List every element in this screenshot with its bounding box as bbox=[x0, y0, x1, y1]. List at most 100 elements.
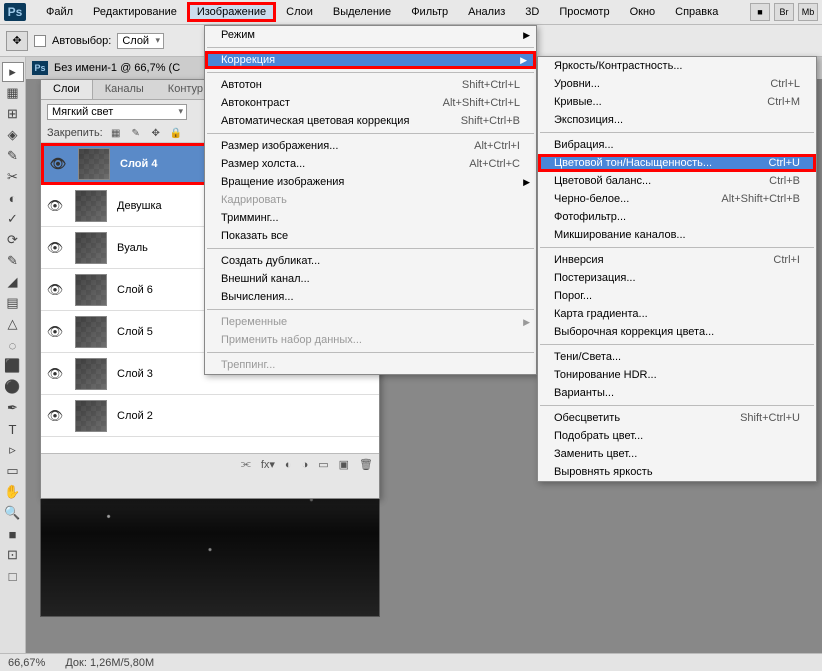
layer-thumb[interactable] bbox=[75, 232, 107, 264]
tool-2[interactable]: ⊞ bbox=[2, 104, 24, 124]
visibility-toggle[interactable]: 👁 bbox=[41, 282, 69, 298]
tool-3[interactable]: ◈ bbox=[2, 125, 24, 145]
lock-position-icon[interactable]: ✥ bbox=[149, 126, 163, 140]
visibility-toggle[interactable]: 👁 bbox=[41, 366, 69, 382]
tab-layers[interactable]: Слои bbox=[41, 80, 93, 99]
menu-выделение[interactable]: Выделение bbox=[323, 2, 401, 22]
lock-paint-icon[interactable]: ✎ bbox=[129, 126, 143, 140]
bridge-button[interactable]: Br bbox=[774, 3, 794, 21]
menu-item-выборочнаякоррекцияцвета[interactable]: Выборочная коррекция цвета... bbox=[538, 323, 816, 341]
tool-5[interactable]: ✂ bbox=[2, 167, 24, 187]
menu-item-размерхолста[interactable]: Размер холста...Alt+Ctrl+C bbox=[205, 155, 536, 173]
tool-13[interactable]: ◌ bbox=[2, 335, 24, 355]
menu-item-тримминг[interactable]: Тримминг... bbox=[205, 209, 536, 227]
menu-item-автотон[interactable]: АвтотонShift+Ctrl+L bbox=[205, 76, 536, 94]
auto-select-dropdown[interactable]: Слой bbox=[117, 33, 164, 49]
ui-toggle-button[interactable]: ■ bbox=[750, 3, 770, 21]
lock-transparent-icon[interactable]: ▦ bbox=[109, 126, 123, 140]
menu-справка[interactable]: Справка bbox=[665, 2, 728, 22]
tool-15[interactable]: ⚫ bbox=[2, 377, 24, 397]
layer-thumb[interactable] bbox=[75, 190, 107, 222]
menu-item-экспозиция[interactable]: Экспозиция... bbox=[538, 111, 816, 129]
menu-item-кривые[interactable]: Кривые...Ctrl+M bbox=[538, 93, 816, 111]
tool-6[interactable]: ◐ bbox=[2, 188, 24, 208]
menu-слои[interactable]: Слои bbox=[276, 2, 323, 22]
tab-channels[interactable]: Каналы bbox=[93, 80, 156, 99]
menu-item-вычисления[interactable]: Вычисления... bbox=[205, 288, 536, 306]
tool-12[interactable]: △ bbox=[2, 314, 24, 334]
menu-item-чернобелое[interactable]: Черно-белое...Alt+Shift+Ctrl+B bbox=[538, 190, 816, 208]
layer-thumb[interactable] bbox=[78, 148, 110, 180]
menu-окно[interactable]: Окно bbox=[620, 2, 666, 22]
layer-name[interactable]: Слой 2 bbox=[113, 410, 379, 422]
tool-21[interactable]: 🔍 bbox=[2, 503, 24, 523]
tool-20[interactable]: ✋ bbox=[2, 482, 24, 502]
tool-4[interactable]: ✎ bbox=[2, 146, 24, 166]
tool-11[interactable]: ▤ bbox=[2, 293, 24, 313]
menu-item-вибрация[interactable]: Вибрация... bbox=[538, 136, 816, 154]
menu-item-размеризображения[interactable]: Размер изображения...Alt+Ctrl+I bbox=[205, 137, 536, 155]
menu-item-варианты[interactable]: Варианты... bbox=[538, 384, 816, 402]
delete-layer-icon[interactable]: 🗑 bbox=[359, 458, 373, 471]
tool-10[interactable]: ◢ bbox=[2, 272, 24, 292]
menu-item-постеризация[interactable]: Постеризация... bbox=[538, 269, 816, 287]
link-layers-icon[interactable]: ⫘ bbox=[241, 458, 251, 471]
layer-row[interactable]: 👁 Слой 2 bbox=[41, 395, 379, 437]
visibility-toggle[interactable]: 👁 bbox=[41, 240, 69, 256]
tool-19[interactable]: ▭ bbox=[2, 461, 24, 481]
layer-thumb[interactable] bbox=[75, 358, 107, 390]
menu-анализ[interactable]: Анализ bbox=[458, 2, 515, 22]
visibility-toggle[interactable]: 👁 bbox=[41, 408, 69, 424]
menu-item-заменитьцвет[interactable]: Заменить цвет... bbox=[538, 445, 816, 463]
menu-файл[interactable]: Файл bbox=[36, 2, 83, 22]
tool-1[interactable]: ▦ bbox=[2, 83, 24, 103]
auto-select-checkbox[interactable] bbox=[34, 35, 46, 47]
menu-item-тонированиеhdr[interactable]: Тонирование HDR... bbox=[538, 366, 816, 384]
new-layer-icon[interactable]: ▣ bbox=[339, 458, 349, 471]
menu-просмотр[interactable]: Просмотр bbox=[549, 2, 619, 22]
mask-icon[interactable]: ◐ bbox=[285, 459, 292, 471]
menu-item-автоконтраст[interactable]: АвтоконтрастAlt+Shift+Ctrl+L bbox=[205, 94, 536, 112]
menu-item-уровни[interactable]: Уровни...Ctrl+L bbox=[538, 75, 816, 93]
tool-22[interactable]: ■ bbox=[2, 524, 24, 544]
tool-17[interactable]: T bbox=[2, 419, 24, 439]
adjustment-icon[interactable]: ◑ bbox=[302, 459, 309, 471]
visibility-toggle[interactable]: 👁 bbox=[41, 324, 69, 340]
tool-16[interactable]: ✒ bbox=[2, 398, 24, 418]
menu-item-инверсия[interactable]: ИнверсияCtrl+I bbox=[538, 251, 816, 269]
layer-thumb[interactable] bbox=[75, 316, 107, 348]
menu-item-тенисвета[interactable]: Тени/Света... bbox=[538, 348, 816, 366]
menu-изображение[interactable]: Изображение bbox=[187, 2, 276, 22]
tool-18[interactable]: ▹ bbox=[2, 440, 24, 460]
layer-thumb[interactable] bbox=[75, 274, 107, 306]
menu-item-микшированиеканалов[interactable]: Микширование каналов... bbox=[538, 226, 816, 244]
menu-item-порог[interactable]: Порог... bbox=[538, 287, 816, 305]
menu-item-выровнятьяркость[interactable]: Выровнять яркость bbox=[538, 463, 816, 481]
lock-all-icon[interactable]: 🔒 bbox=[169, 126, 183, 140]
menu-item-автоматическаяцветоваякоррекция[interactable]: Автоматическая цветовая коррекцияShift+C… bbox=[205, 112, 536, 130]
menu-item-цветовойтоннасыщенность[interactable]: Цветовой тон/Насыщенность...Ctrl+U bbox=[538, 154, 816, 172]
menu-item-создатьдубликат[interactable]: Создать дубликат... bbox=[205, 252, 536, 270]
visibility-toggle[interactable]: 👁 bbox=[41, 198, 69, 214]
menu-item-коррекция[interactable]: Коррекция▶ bbox=[205, 51, 536, 69]
tool-24[interactable]: □ bbox=[2, 566, 24, 586]
menu-item-яркостьконтрастность[interactable]: Яркость/Контрастность... bbox=[538, 57, 816, 75]
tool-0[interactable]: ▸ bbox=[2, 62, 24, 82]
layer-thumb[interactable] bbox=[75, 400, 107, 432]
menu-item-режим[interactable]: Режим▶ bbox=[205, 26, 536, 44]
menu-item-цветовойбаланс[interactable]: Цветовой баланс...Ctrl+B bbox=[538, 172, 816, 190]
menu-item-вращениеизображения[interactable]: Вращение изображения▶ bbox=[205, 173, 536, 191]
menu-3d[interactable]: 3D bbox=[515, 2, 549, 22]
tool-8[interactable]: ⟳ bbox=[2, 230, 24, 250]
group-icon[interactable]: ▭ bbox=[318, 458, 328, 471]
menu-item-показатьвсе[interactable]: Показать все bbox=[205, 227, 536, 245]
menu-редактирование[interactable]: Редактирование bbox=[83, 2, 187, 22]
tool-23[interactable]: ⊡ bbox=[2, 545, 24, 565]
blend-mode-dropdown[interactable]: Мягкий свет bbox=[47, 104, 187, 120]
menu-item-фотофильтр[interactable]: Фотофильтр... bbox=[538, 208, 816, 226]
tool-9[interactable]: ✎ bbox=[2, 251, 24, 271]
tool-7[interactable]: ✓ bbox=[2, 209, 24, 229]
menu-item-подобратьцвет[interactable]: Подобрать цвет... bbox=[538, 427, 816, 445]
menu-фильтр[interactable]: Фильтр bbox=[401, 2, 458, 22]
zoom-value[interactable]: 66,67% bbox=[8, 657, 45, 669]
